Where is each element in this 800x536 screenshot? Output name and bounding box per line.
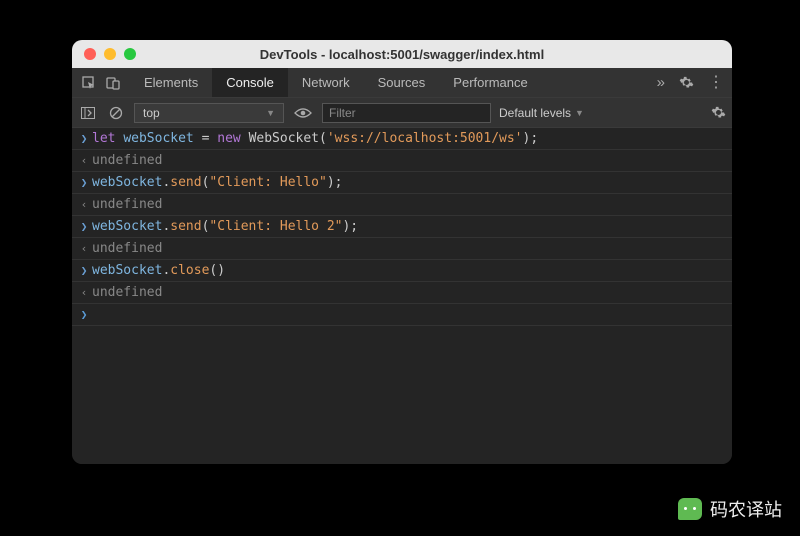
device-toggle-icon[interactable] [106, 76, 120, 90]
context-label: top [143, 106, 160, 120]
input-caret-icon: ❯ [76, 131, 92, 145]
console-settings-gear-icon[interactable] [711, 105, 726, 120]
output-caret-icon: ‹ [76, 153, 92, 167]
maximize-window-button[interactable] [124, 48, 136, 60]
output-caret-icon: ‹ [76, 197, 92, 211]
chevron-down-icon: ▼ [575, 108, 584, 118]
wechat-icon [678, 498, 702, 520]
console-input-row: ❯webSocket.send("Client: Hello 2"); [72, 216, 732, 238]
tab-sources[interactable]: Sources [364, 68, 440, 97]
input-caret-icon: ❯ [76, 219, 92, 233]
clear-console-icon[interactable] [106, 103, 126, 123]
log-levels-select[interactable]: Default levels ▼ [499, 106, 584, 120]
console-prompt-row[interactable]: ❯ [72, 304, 732, 326]
console-input-row: ❯webSocket.send("Client: Hello"); [72, 172, 732, 194]
more-tabs-icon[interactable]: » [657, 74, 665, 91]
element-picker-icon[interactable] [82, 76, 96, 90]
inspect-tools [72, 68, 130, 97]
console-output-row: ‹undefined [72, 282, 732, 304]
window-title: DevTools - localhost:5001/swagger/index.… [72, 47, 732, 62]
settings-gear-icon[interactable] [679, 75, 694, 90]
console-output-row: ‹undefined [72, 150, 732, 172]
watermark-text: 码农译站 [710, 496, 782, 522]
tab-performance[interactable]: Performance [439, 68, 541, 97]
traffic-lights [84, 48, 136, 60]
console-toolbar: top ▼ Default levels ▼ [72, 98, 732, 128]
console-input-row: ❯webSocket.close() [72, 260, 732, 282]
devtools-window: DevTools - localhost:5001/swagger/index.… [72, 40, 732, 464]
tab-console[interactable]: Console [212, 68, 288, 97]
code-line: webSocket.close() [92, 263, 225, 278]
code-line: undefined [92, 285, 162, 300]
output-caret-icon: ‹ [76, 241, 92, 255]
close-window-button[interactable] [84, 48, 96, 60]
tab-elements[interactable]: Elements [130, 68, 212, 97]
chevron-down-icon: ▼ [266, 108, 275, 118]
code-line: undefined [92, 153, 162, 168]
console-output[interactable]: ❯let webSocket = new WebSocket('wss://lo… [72, 128, 732, 464]
code-line: let webSocket = new WebSocket('wss://loc… [92, 131, 538, 146]
watermark: 码农译站 [678, 496, 782, 522]
code-line: webSocket.send("Client: Hello 2"); [92, 219, 358, 234]
live-expression-icon[interactable] [292, 107, 314, 119]
input-caret-icon: ❯ [76, 263, 92, 277]
tab-network[interactable]: Network [288, 68, 364, 97]
execution-context-select[interactable]: top ▼ [134, 103, 284, 123]
code-line: webSocket.send("Client: Hello"); [92, 175, 342, 190]
code-line: undefined [92, 241, 162, 256]
toggle-sidebar-icon[interactable] [78, 103, 98, 123]
output-caret-icon: ‹ [76, 285, 92, 299]
panel-tabbar: ElementsConsoleNetworkSourcesPerformance… [72, 68, 732, 98]
console-output-row: ‹undefined [72, 194, 732, 216]
console-input-row: ❯let webSocket = new WebSocket('wss://lo… [72, 128, 732, 150]
console-output-row: ‹undefined [72, 238, 732, 260]
minimize-window-button[interactable] [104, 48, 116, 60]
window-titlebar: DevTools - localhost:5001/swagger/index.… [72, 40, 732, 68]
prompt-caret-icon: ❯ [76, 307, 92, 321]
code-line: undefined [92, 197, 162, 212]
input-caret-icon: ❯ [76, 175, 92, 189]
filter-input[interactable] [322, 103, 491, 123]
